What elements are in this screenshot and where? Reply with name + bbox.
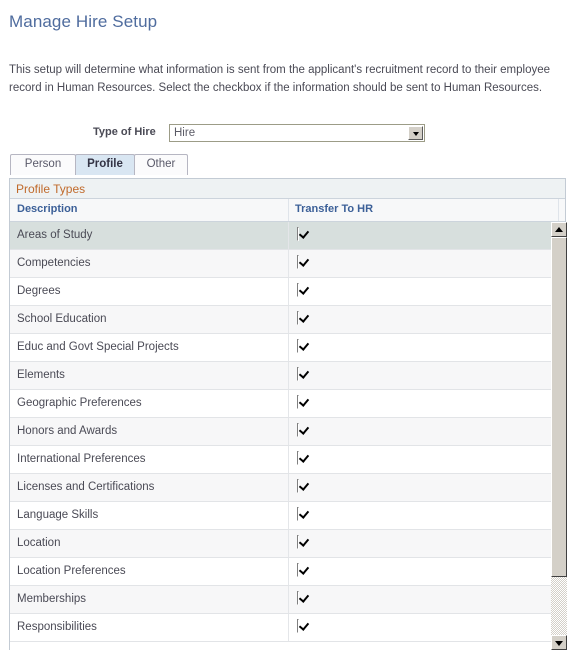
grid-vertical-scrollbar[interactable]	[551, 222, 567, 650]
column-divider	[288, 278, 289, 305]
column-divider	[288, 250, 289, 277]
transfer-to-hr-checkbox[interactable]	[297, 283, 310, 297]
grid-header-row: Description Transfer To HR	[10, 199, 565, 222]
column-divider	[288, 418, 289, 445]
row-description: Location Preferences	[17, 565, 126, 577]
transfer-to-hr-checkbox[interactable]	[297, 395, 310, 409]
table-row[interactable]: Licenses and Certifications	[10, 474, 565, 502]
column-divider	[288, 362, 289, 389]
row-description: Elements	[17, 369, 65, 381]
transfer-to-hr-checkbox[interactable]	[297, 479, 310, 493]
transfer-to-hr-checkbox[interactable]	[297, 451, 310, 465]
row-description: Language Skills	[17, 509, 99, 521]
type-of-hire-label: Type of Hire	[93, 126, 156, 138]
checkmark-icon	[297, 227, 299, 241]
row-description: Honors and Awards	[17, 425, 118, 437]
transfer-to-hr-checkbox[interactable]	[297, 255, 310, 269]
type-of-hire-field: Type of Hire Hire	[0, 124, 579, 144]
table-row[interactable]: Honors and Awards	[10, 418, 565, 446]
column-divider	[288, 446, 289, 473]
table-row[interactable]: Competencies	[10, 250, 565, 278]
tab-other[interactable]: Other	[134, 154, 188, 175]
checkmark-icon	[297, 283, 299, 297]
grid-body: Areas of Study Competencies Degrees School …	[10, 222, 565, 642]
transfer-to-hr-checkbox[interactable]	[297, 311, 310, 325]
checkmark-icon	[297, 535, 299, 549]
column-divider	[288, 530, 289, 557]
row-description: Geographic Preferences	[17, 397, 142, 409]
row-description: Location	[17, 537, 61, 549]
tab-person[interactable]: Person	[10, 154, 76, 175]
transfer-to-hr-checkbox[interactable]	[297, 619, 310, 633]
checkmark-icon	[297, 479, 299, 493]
page-title: Manage Hire Setup	[9, 12, 158, 32]
chevron-down-icon[interactable]	[408, 126, 423, 140]
table-row[interactable]: School Education	[10, 306, 565, 334]
column-divider	[558, 199, 559, 221]
row-description: International Preferences	[17, 453, 146, 465]
row-description: Degrees	[17, 285, 61, 297]
transfer-to-hr-checkbox[interactable]	[297, 367, 310, 381]
checkmark-icon	[297, 507, 299, 521]
checkmark-icon	[297, 451, 299, 465]
table-row[interactable]: Geographic Preferences	[10, 390, 565, 418]
checkmark-icon	[297, 563, 299, 577]
table-row[interactable]: Responsibilities	[10, 614, 565, 642]
column-divider	[288, 558, 289, 585]
row-description: Memberships	[17, 593, 87, 605]
scrollbar-track[interactable]	[551, 237, 567, 635]
profile-types-grid: Profile Types Description Transfer To HR…	[9, 178, 566, 650]
checkmark-icon	[297, 311, 299, 325]
intro-description: This setup will determine what informati…	[9, 63, 551, 95]
type-of-hire-dropdown[interactable]: Hire	[169, 124, 425, 142]
table-row[interactable]: Areas of Study	[10, 222, 565, 250]
checkmark-icon	[297, 255, 299, 269]
checkmark-icon	[297, 619, 299, 633]
type-of-hire-value: Hire	[174, 127, 196, 139]
grid-caption-bar: Profile Types	[10, 179, 565, 199]
row-description: Areas of Study	[17, 229, 93, 241]
table-row[interactable]: Location	[10, 530, 565, 558]
transfer-to-hr-checkbox[interactable]	[297, 423, 310, 437]
table-row[interactable]: Educ and Govt Special Projects	[10, 334, 565, 362]
table-row[interactable]: Memberships	[10, 586, 565, 614]
checkmark-icon	[297, 395, 299, 409]
column-header-transfer-to-hr[interactable]: Transfer To HR	[295, 203, 373, 215]
column-divider	[288, 222, 289, 249]
grid-caption-label: Profile Types	[16, 182, 86, 196]
triangle-down-icon[interactable]	[551, 635, 567, 650]
row-description: Competencies	[17, 257, 91, 269]
transfer-to-hr-checkbox[interactable]	[297, 507, 310, 521]
row-description: School Education	[17, 313, 107, 325]
transfer-to-hr-checkbox[interactable]	[297, 563, 310, 577]
row-description: Educ and Govt Special Projects	[17, 341, 179, 353]
row-description: Licenses and Certifications	[17, 481, 155, 493]
table-row[interactable]: International Preferences	[10, 446, 565, 474]
table-row[interactable]: Language Skills	[10, 502, 565, 530]
transfer-to-hr-checkbox[interactable]	[297, 591, 310, 605]
table-row[interactable]: Degrees	[10, 278, 565, 306]
column-divider	[288, 614, 289, 641]
triangle-up-icon[interactable]	[551, 222, 567, 237]
column-divider	[288, 474, 289, 501]
column-divider	[288, 502, 289, 529]
column-divider	[288, 306, 289, 333]
column-divider	[288, 334, 289, 361]
checkmark-icon	[297, 423, 299, 437]
tab-profile[interactable]: Profile	[75, 154, 135, 175]
transfer-to-hr-checkbox[interactable]	[297, 535, 310, 549]
table-row[interactable]: Location Preferences	[10, 558, 565, 586]
column-divider	[288, 199, 289, 221]
column-header-description[interactable]: Description	[17, 203, 78, 215]
checkmark-icon	[297, 367, 299, 381]
column-divider	[288, 390, 289, 417]
table-row[interactable]: Elements	[10, 362, 565, 390]
transfer-to-hr-checkbox[interactable]	[297, 339, 310, 353]
scrollbar-thumb[interactable]	[551, 237, 567, 577]
checkmark-icon	[297, 339, 299, 353]
checkmark-icon	[297, 591, 299, 605]
column-divider	[288, 586, 289, 613]
transfer-to-hr-checkbox[interactable]	[297, 227, 310, 241]
row-description: Responsibilities	[17, 621, 97, 633]
